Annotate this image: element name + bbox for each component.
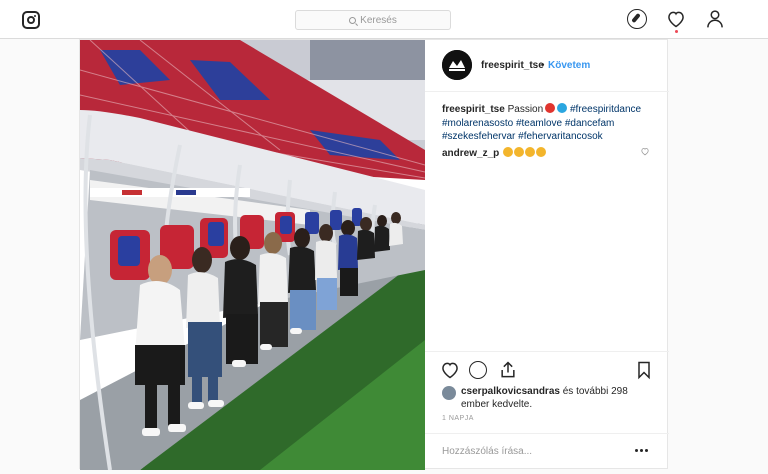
follow-button[interactable]: Követem	[548, 60, 590, 71]
post-sidebar: freespirit_tse • Követem freespirit_tse …	[425, 40, 669, 470]
comment-like-heart-icon[interactable]	[640, 147, 650, 156]
hashtag-link[interactable]: #dancefam	[565, 118, 614, 129]
post-timestamp[interactable]: 1 NAPJA	[442, 415, 474, 422]
hashtag-link[interactable]: #molarenasosto	[442, 118, 513, 129]
comment-placeholder[interactable]: Hozzászólás írása...	[442, 446, 532, 457]
search-icon	[349, 16, 357, 24]
post-card: freespirit_tse • Követem freespirit_tse …	[79, 39, 669, 470]
instagram-logo-icon[interactable]	[22, 11, 40, 29]
hashtag-link[interactable]: #teamlove	[516, 118, 562, 129]
like-heart-icon[interactable]	[440, 360, 460, 380]
clap-emoji-icon	[514, 147, 525, 157]
red-circle-emoji-icon	[545, 103, 556, 113]
hashtag-link[interactable]: #freespiritdance	[570, 104, 641, 115]
hashtag-link[interactable]: #szekesfehervar	[442, 131, 515, 142]
compass-icon[interactable]	[627, 9, 647, 29]
bookmark-icon[interactable]	[634, 360, 654, 380]
comment-row: andrew_z_p	[442, 147, 656, 159]
search-placeholder: Keresés	[360, 14, 397, 26]
caption-text: Passion	[507, 104, 544, 115]
caption-username[interactable]: freespirit_tse	[442, 104, 505, 115]
notification-dot	[675, 30, 678, 33]
blue-circle-emoji-icon	[557, 103, 568, 113]
post-photo[interactable]	[80, 40, 425, 470]
comment-bubble-icon[interactable]	[469, 361, 487, 379]
top-navigation-bar: Keresés	[0, 0, 768, 39]
wow-face-emoji-icon	[503, 147, 514, 157]
heart-icon[interactable]	[666, 9, 686, 29]
post-actions	[425, 351, 669, 385]
post-caption: freespirit_tse Passion #freespiritdance …	[442, 103, 656, 144]
stadium-bench-photo	[80, 40, 425, 470]
avatar[interactable]	[442, 50, 472, 80]
avatar[interactable]	[442, 386, 456, 400]
clap-emoji-icon	[536, 147, 547, 157]
more-options-icon[interactable]	[635, 449, 648, 452]
avatar-logo-icon	[442, 50, 472, 80]
liker-username[interactable]: cserpalkovicsandras	[461, 386, 560, 397]
comment-input[interactable]: Hozzászólás írása...	[425, 433, 669, 470]
comment-username[interactable]: andrew_z_p	[442, 148, 499, 159]
hashtag-link[interactable]: #fehervaritancosok	[518, 131, 603, 142]
post-username[interactable]: freespirit_tse	[481, 60, 544, 71]
search-input[interactable]: Keresés	[295, 10, 451, 30]
clap-emoji-icon	[525, 147, 536, 157]
separator-dot: •	[541, 60, 545, 71]
person-icon[interactable]	[705, 9, 725, 29]
share-icon[interactable]	[498, 360, 518, 380]
post-header: freespirit_tse • Követem	[425, 40, 669, 92]
